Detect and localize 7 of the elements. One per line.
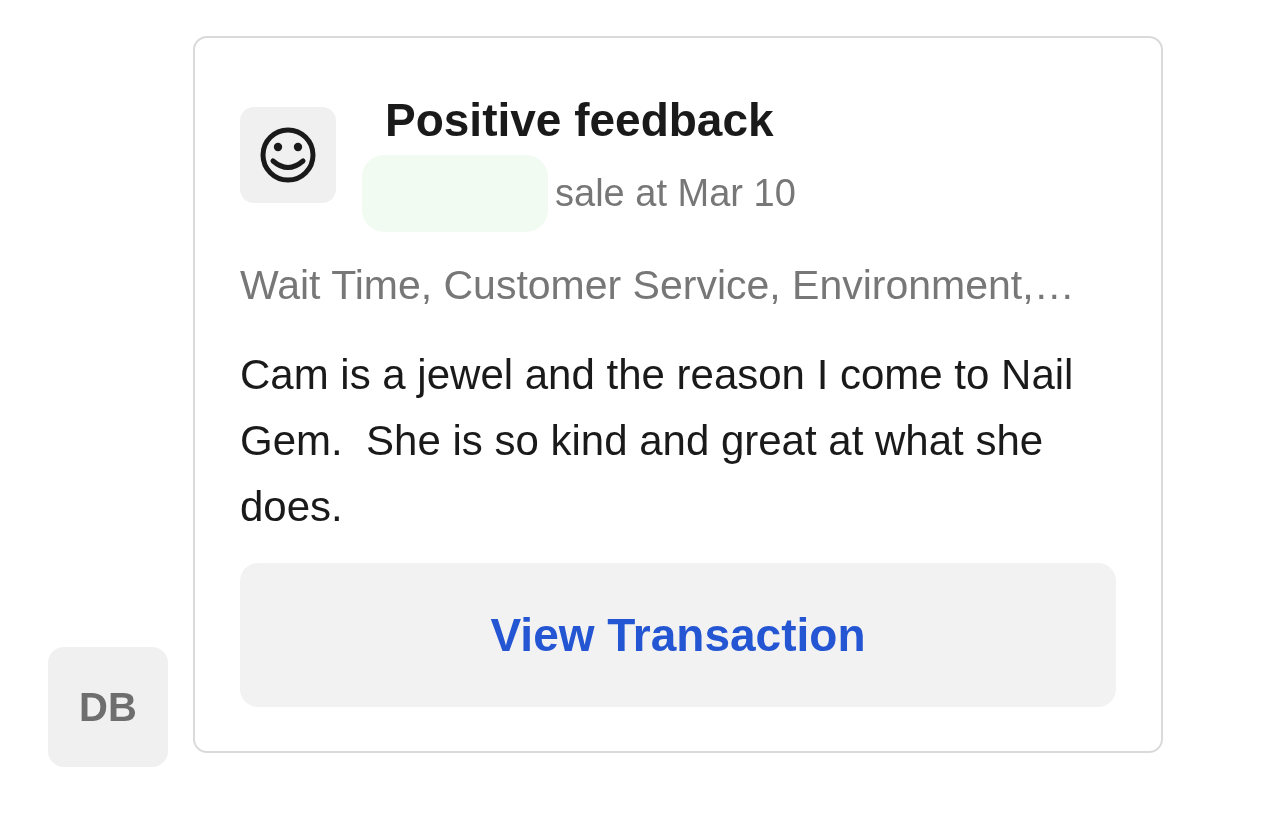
tags-text: Wait Time, Customer Service, Environment,… <box>240 261 1076 310</box>
review-text: Cam is a jewel and the reason I come to Nail Gem. She is so kind and great at what she does. <box>240 350 1075 532</box>
card-title: Positive feedback <box>385 95 775 145</box>
sale-date-text: sale at Mar 10 <box>555 171 796 215</box>
smiley-icon <box>240 107 336 203</box>
initials-avatar: DB <box>48 647 168 767</box>
view-transaction-button[interactable]: View Transaction <box>240 563 1116 707</box>
